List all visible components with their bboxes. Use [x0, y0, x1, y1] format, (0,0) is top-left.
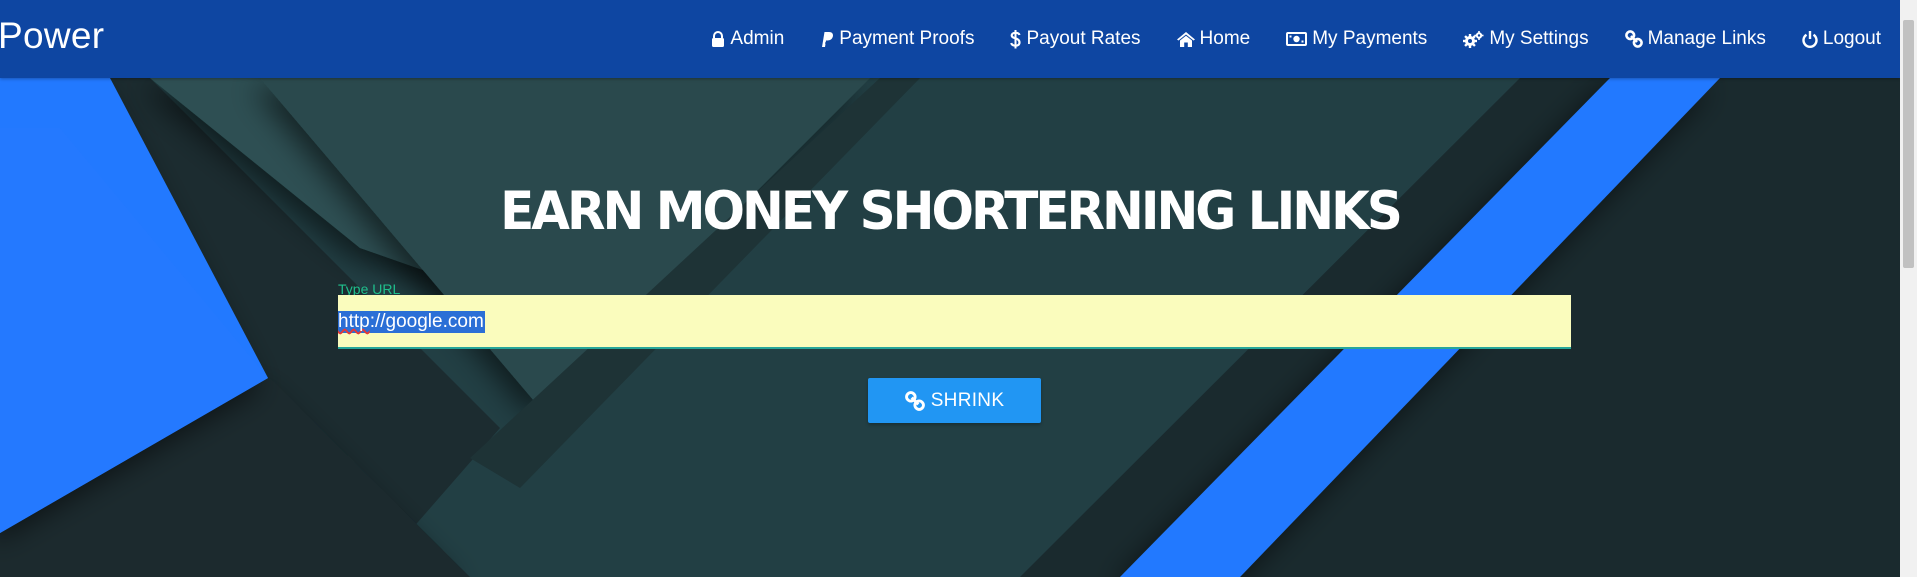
nav-item-payment-proofs[interactable]: Payment Proofs — [820, 28, 974, 50]
nav-item-home[interactable]: Home — [1176, 28, 1251, 50]
url-input[interactable]: http://google.com — [338, 295, 1571, 349]
shrink-button[interactable]: SHRINK — [868, 378, 1041, 423]
url-value-rest: ://google.com — [369, 311, 484, 332]
hero-title: EARN MONEY SHORTERNING LINKS — [500, 180, 1403, 242]
nav-label: Payout Rates — [1026, 28, 1141, 49]
gears-icon — [1463, 30, 1484, 48]
nav-item-logout[interactable]: Logout — [1802, 28, 1881, 50]
nav-menu: Admin Payment Proofs Payout Rates Home M… — [675, 0, 1881, 78]
lock-icon — [712, 31, 725, 47]
nav-label: Manage Links — [1647, 28, 1766, 49]
link-icon — [1624, 30, 1643, 48]
nav-label: My Settings — [1489, 28, 1589, 49]
link-icon — [904, 390, 925, 411]
brand-logo[interactable]: Power — [0, 15, 104, 57]
scrollbar-thumb[interactable] — [1903, 20, 1914, 268]
url-input-value: http://google.com — [338, 311, 485, 333]
dollar-icon — [1010, 29, 1022, 48]
nav-item-payout-rates[interactable]: Payout Rates — [1010, 28, 1141, 50]
url-value-prefix: http — [338, 311, 370, 332]
nav-item-my-payments[interactable]: My Payments — [1286, 28, 1427, 50]
paypal-icon — [822, 31, 834, 47]
money-icon — [1286, 32, 1308, 46]
nav-item-admin[interactable]: Admin — [711, 28, 784, 50]
page-scrollbar[interactable] — [1900, 0, 1917, 577]
nav-label: Admin — [730, 28, 785, 49]
nav-label: My Payments — [1312, 28, 1428, 49]
nav-label: Payment Proofs — [839, 28, 975, 49]
top-navbar: Power Admin Payment Proofs Payout Rates — [0, 0, 1900, 78]
nav-item-manage-links[interactable]: Manage Links — [1624, 28, 1766, 50]
nav-item-my-settings[interactable]: My Settings — [1463, 28, 1589, 50]
nav-label: Logout — [1822, 28, 1881, 49]
nav-label: Home — [1199, 28, 1251, 49]
shrink-button-label: SHRINK — [930, 389, 1005, 411]
home-icon — [1176, 31, 1195, 47]
power-icon — [1802, 30, 1818, 48]
